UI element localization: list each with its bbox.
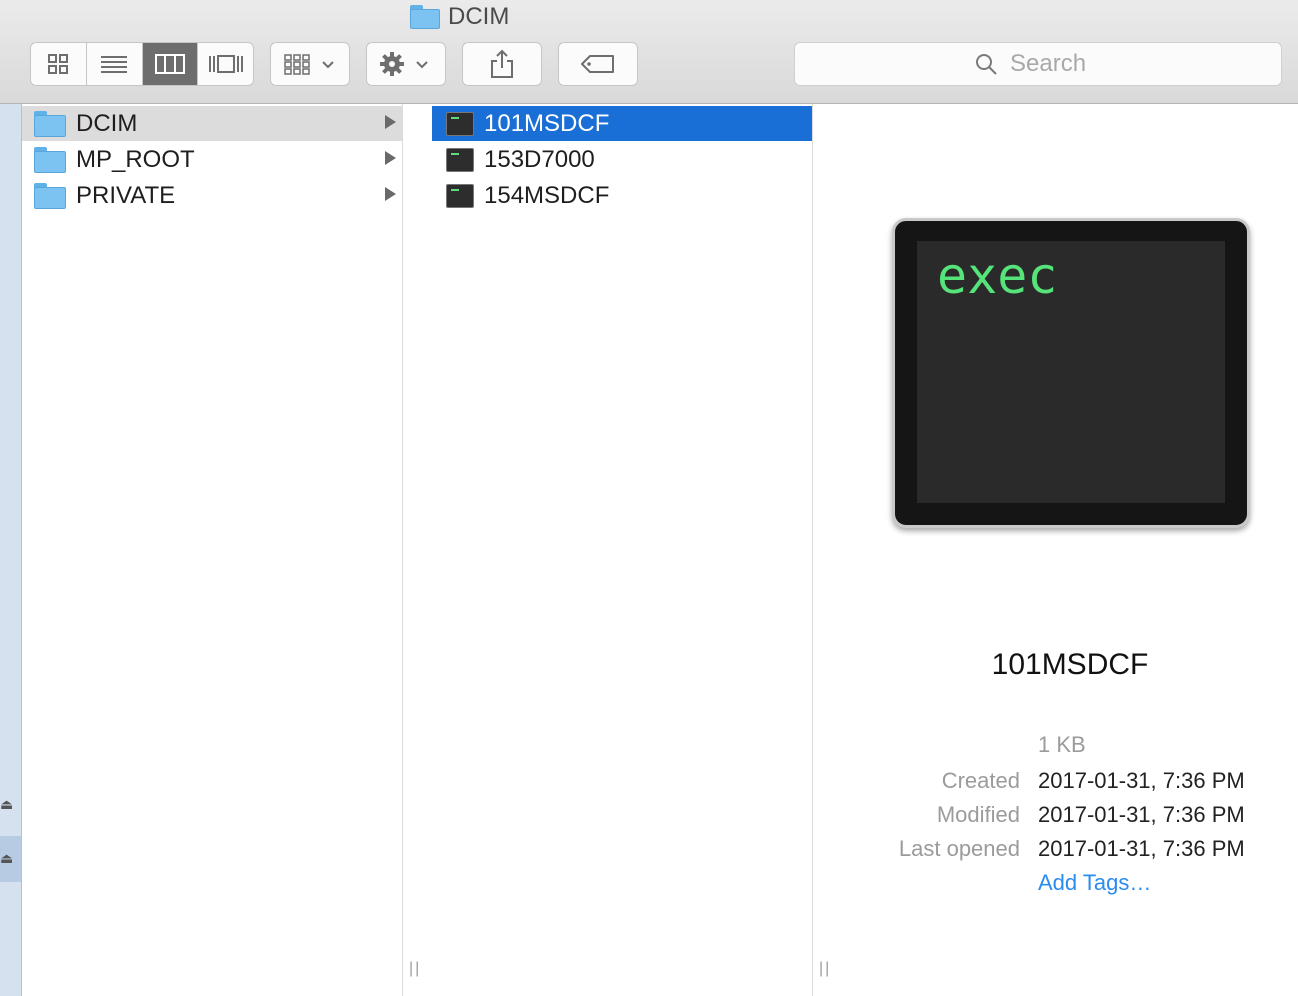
action-button[interactable]: [366, 42, 446, 86]
modified-label: Modified: [936, 802, 1020, 827]
search-field[interactable]: [794, 42, 1282, 86]
coverflow-view-button[interactable]: [198, 43, 253, 85]
column-view-button[interactable]: [142, 43, 199, 85]
browser-column-2[interactable]: 101MSDCF 153D7000 154MSDCF: [432, 104, 813, 996]
folder-name: DCIM: [76, 109, 138, 137]
terminal-exec-icon: exec: [892, 218, 1250, 528]
folder-row-private[interactable]: PRIVATE: [22, 178, 402, 213]
folder-row-dcim[interactable]: DCIM: [22, 106, 402, 141]
gear-icon: [380, 52, 428, 76]
icon-view-button[interactable]: [31, 43, 87, 85]
window-title: DCIM: [410, 2, 509, 32]
preview-file-size: 1 KB: [1038, 732, 1086, 757]
grid-icon: [48, 54, 69, 74]
folder-name: PRIVATE: [76, 181, 176, 209]
share-button[interactable]: [462, 42, 542, 86]
terminal-exec-icon: [446, 111, 474, 136]
terminal-screen: exec: [917, 241, 1225, 503]
file-name: 101MSDCF: [484, 109, 610, 137]
arrange-icon: [284, 54, 334, 75]
terminal-exec-icon: [446, 147, 474, 172]
tag-icon: [581, 55, 614, 73]
window-title-text: DCIM: [448, 3, 510, 30]
folder-name: MP_ROOT: [76, 145, 195, 173]
column-resize-handle[interactable]: ||: [409, 960, 421, 988]
disclosure-arrow-icon: [385, 151, 396, 165]
disclosure-arrow-icon: [385, 187, 396, 201]
exec-icon-text: exec: [937, 247, 1058, 305]
column-resize-handle[interactable]: ||: [819, 960, 831, 988]
created-value: 2017-01-31, 7:36 PM: [1038, 768, 1245, 793]
created-label: Created: [941, 768, 1020, 793]
search-input[interactable]: [1008, 49, 1102, 79]
folder-icon: [34, 110, 66, 137]
file-row-154msdcf[interactable]: 154MSDCF: [432, 178, 812, 213]
arrange-button[interactable]: [270, 42, 350, 86]
terminal-exec-icon: [446, 183, 474, 208]
last-opened-value: 2017-01-31, 7:36 PM: [1038, 836, 1245, 861]
preview-pane: exec 101MSDCF 1 KB Created 2017-01-31, 7…: [842, 104, 1298, 996]
folder-icon: [34, 182, 66, 209]
view-mode-control[interactable]: [30, 42, 254, 86]
modified-value: 2017-01-31, 7:36 PM: [1038, 802, 1245, 827]
browser-column-1[interactable]: DCIM MP_ROOT PRIVATE: [22, 104, 403, 996]
search-icon: [976, 54, 997, 75]
columns-icon: [154, 54, 185, 74]
file-row-153d7000[interactable]: 153D7000: [432, 142, 812, 177]
add-tags-link[interactable]: Add Tags…: [1038, 870, 1151, 896]
folder-row-mp-root[interactable]: MP_ROOT: [22, 142, 402, 177]
tags-button[interactable]: [558, 42, 638, 86]
list-view-button[interactable]: [87, 43, 143, 85]
folder-icon: [410, 5, 440, 29]
sidebar[interactable]: ⏏ ⏏: [0, 104, 22, 996]
list-icon: [101, 56, 128, 73]
file-row-101msdcf[interactable]: 101MSDCF: [432, 106, 812, 141]
coverflow-icon: [208, 55, 243, 73]
folder-icon: [34, 146, 66, 173]
preview-file-name: 101MSDCF: [991, 648, 1149, 681]
eject-icon[interactable]: ⏏: [0, 796, 13, 812]
disclosure-arrow-icon: [385, 115, 396, 129]
toolbar: DCIM: [0, 0, 1298, 104]
finder-window: DCIM Search ⏏ ⏏ DCIM MP_ROOT PRIVATE || …: [0, 0, 1298, 996]
file-name: 154MSDCF: [484, 181, 610, 209]
last-opened-label: Last opened: [898, 836, 1020, 861]
share-icon: [491, 49, 513, 78]
eject-icon[interactable]: ⏏: [0, 850, 13, 866]
file-name: 153D7000: [484, 145, 595, 173]
